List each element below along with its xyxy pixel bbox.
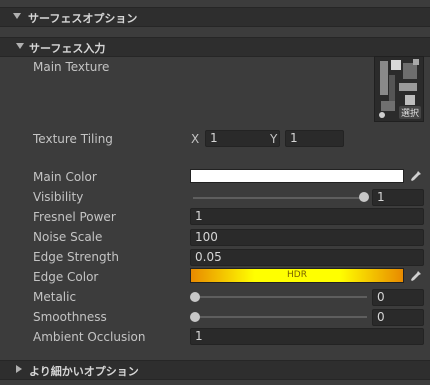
collapse-arrow-icon[interactable] <box>16 365 22 373</box>
visibility-slider-track[interactable] <box>193 197 367 199</box>
expand-arrow-icon[interactable] <box>16 43 24 49</box>
section-title: サーフェスオプション <box>28 12 138 25</box>
eyedropper-icon[interactable] <box>409 169 423 183</box>
main-texture-label: Main Texture <box>33 60 110 74</box>
smoothness-slider-thumb[interactable] <box>190 312 200 322</box>
ambient-occlusion-label: Ambient Occlusion <box>33 330 146 344</box>
surface-inputs-header[interactable]: サーフェス入力 <box>0 37 430 57</box>
noise-scale-field[interactable]: 100 <box>190 229 424 246</box>
main-texture-slot[interactable]: 選択 <box>374 56 424 122</box>
visibility-field[interactable]: 1 <box>372 189 424 206</box>
texture-select-button[interactable]: 選択 <box>398 106 421 119</box>
eyedropper-icon[interactable] <box>409 269 423 283</box>
metalic-slider-track[interactable] <box>193 296 367 298</box>
edge-strength-field[interactable]: 0.05 <box>190 249 424 266</box>
section-title: サーフェス入力 <box>29 42 106 55</box>
smoothness-field[interactable]: 0 <box>372 309 424 326</box>
tiling-x-field[interactable]: 1 <box>205 130 280 147</box>
smoothness-label: Smoothness <box>33 310 107 324</box>
tiling-y-axis-label: Y <box>270 132 278 146</box>
metalic-slider-thumb[interactable] <box>190 292 200 302</box>
expand-arrow-icon[interactable] <box>13 13 21 19</box>
surface-options-header[interactable]: サーフェスオプション <box>0 7 430 27</box>
edge-color-swatch[interactable]: HDR <box>190 268 404 283</box>
main-color-swatch[interactable] <box>190 169 404 183</box>
advanced-options-header[interactable]: より細かいオプション <box>0 360 430 380</box>
texture-tiling-label: Texture Tiling <box>33 132 113 146</box>
smoothness-slider-track[interactable] <box>193 316 367 318</box>
main-color-label: Main Color <box>33 170 97 184</box>
tiling-x-axis-label: X <box>191 132 200 146</box>
visibility-label: Visibility <box>33 190 84 204</box>
visibility-slider-thumb[interactable] <box>359 192 369 202</box>
edge-strength-label: Edge Strength <box>33 250 119 264</box>
metalic-field[interactable]: 0 <box>372 289 424 306</box>
fresnel-power-label: Fresnel Power <box>33 210 116 224</box>
ambient-occlusion-field[interactable]: 1 <box>190 328 424 345</box>
edge-color-label: Edge Color <box>33 270 99 284</box>
fresnel-power-field[interactable]: 1 <box>190 208 424 225</box>
metalic-label: Metalic <box>33 290 77 304</box>
hdr-badge: HDR <box>287 270 307 280</box>
tiling-y-field[interactable]: 1 <box>285 130 344 147</box>
noise-scale-label: Noise Scale <box>33 230 103 244</box>
section-title: より細かいオプション <box>29 365 139 378</box>
